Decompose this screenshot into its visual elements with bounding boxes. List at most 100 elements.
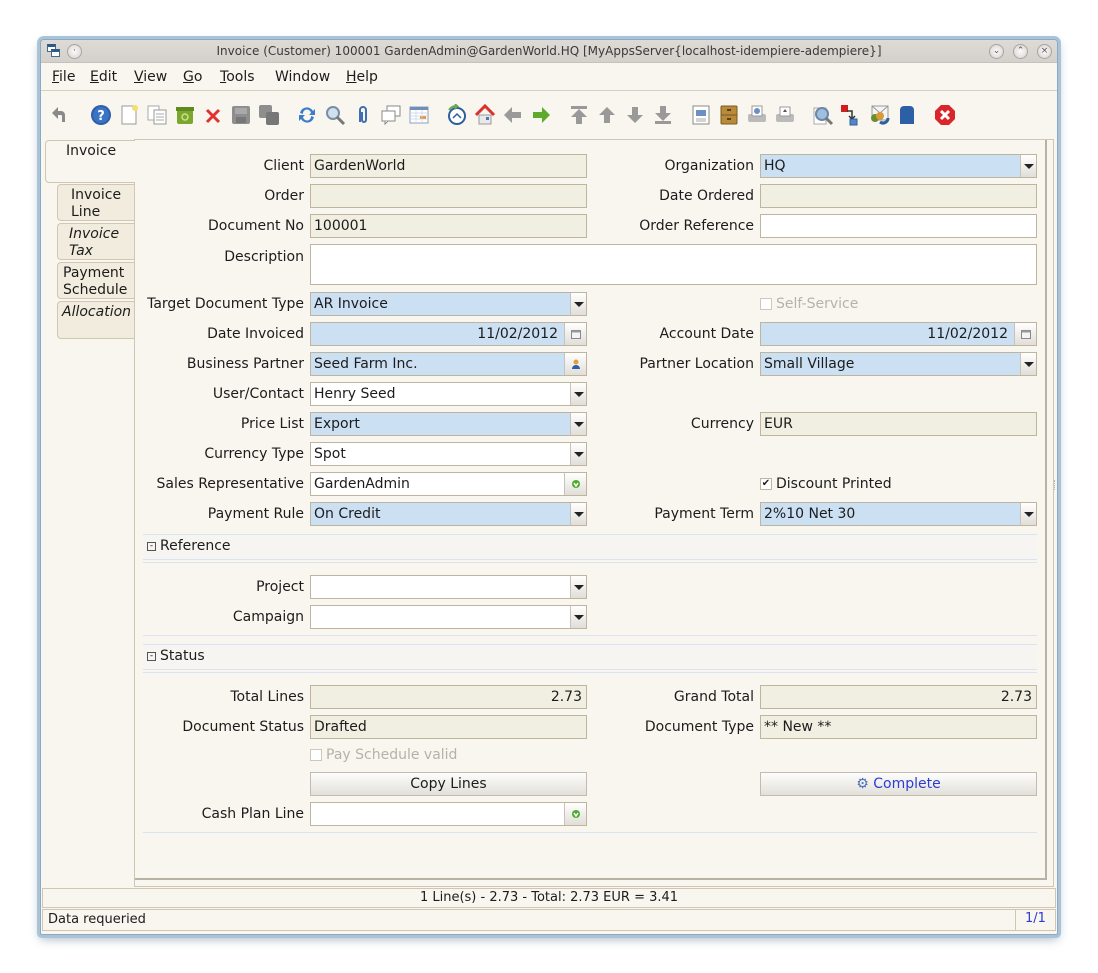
attachment-icon[interactable] bbox=[352, 104, 374, 126]
tab-invoice-tax[interactable]: Invoice Tax bbox=[57, 223, 135, 260]
chat-icon[interactable] bbox=[380, 104, 402, 126]
document-no-label: Document No bbox=[207, 218, 304, 234]
resize-grip[interactable] bbox=[1054, 480, 1056, 490]
chevron-down-icon[interactable] bbox=[1020, 503, 1036, 525]
minimize-icon[interactable]: ⌄ bbox=[989, 44, 1004, 59]
copy-lines-button[interactable]: Copy Lines bbox=[310, 772, 587, 796]
new-record-icon[interactable] bbox=[118, 104, 140, 126]
previous-record-icon[interactable] bbox=[596, 104, 618, 126]
request-icon[interactable] bbox=[868, 104, 890, 126]
business-partner-icon[interactable] bbox=[564, 353, 586, 375]
status-bar: Data requeried 1/1 bbox=[42, 909, 1056, 931]
chevron-down-icon[interactable] bbox=[570, 576, 586, 598]
maximize-icon[interactable]: ⌃ bbox=[1013, 44, 1028, 59]
close-icon[interactable]: × bbox=[1037, 44, 1052, 59]
status-section-header[interactable]: - Status bbox=[143, 644, 1037, 670]
find-icon[interactable] bbox=[324, 104, 346, 126]
home-icon[interactable] bbox=[474, 104, 496, 126]
partner-location-select[interactable]: Small Village bbox=[760, 352, 1037, 376]
print-icon[interactable] bbox=[774, 104, 796, 126]
calendar-icon[interactable] bbox=[1014, 323, 1036, 345]
menu-window[interactable]: Window bbox=[275, 69, 330, 85]
date-invoiced-label: Date Invoiced bbox=[207, 326, 304, 342]
next-record-icon[interactable] bbox=[624, 104, 646, 126]
organization-label: Organization bbox=[664, 158, 754, 174]
print-preview-icon[interactable] bbox=[746, 104, 768, 126]
collapse-icon[interactable]: - bbox=[147, 651, 156, 661]
tab-invoice-line[interactable]: Invoice Line bbox=[57, 184, 135, 221]
last-record-icon[interactable] bbox=[652, 104, 674, 126]
date-invoiced-input[interactable]: 11/02/2012 bbox=[310, 322, 587, 346]
chevron-down-icon[interactable] bbox=[570, 503, 586, 525]
menu-tools[interactable]: Tools bbox=[220, 69, 255, 85]
tab-payment-schedule[interactable]: Payment Schedule bbox=[57, 262, 135, 299]
chevron-down-icon[interactable] bbox=[570, 383, 586, 405]
parent-record-icon[interactable] bbox=[502, 104, 524, 126]
payment-term-select[interactable]: 2%10 Net 30 bbox=[760, 502, 1037, 526]
undo-icon[interactable] bbox=[51, 104, 73, 126]
history-icon[interactable] bbox=[446, 104, 468, 126]
copy-record-icon[interactable] bbox=[146, 104, 168, 126]
exit-icon[interactable] bbox=[934, 104, 956, 126]
discount-printed-checkbox[interactable]: ✔ Discount Printed bbox=[760, 476, 892, 492]
report-icon[interactable] bbox=[690, 104, 712, 126]
self-service-checkbox[interactable]: Self-Service bbox=[760, 296, 858, 312]
tab-allocation[interactable]: Allocation bbox=[57, 301, 135, 339]
currency-type-label: Currency Type bbox=[204, 446, 304, 462]
lookup-arrow-icon[interactable] bbox=[564, 803, 586, 825]
order-reference-input[interactable] bbox=[760, 214, 1037, 238]
chevron-down-icon[interactable] bbox=[1020, 353, 1036, 375]
pay-schedule-valid-checkbox[interactable]: Pay Schedule valid bbox=[310, 747, 457, 763]
collapse-icon[interactable]: - bbox=[147, 541, 156, 551]
complete-button[interactable]: ⚙ Complete bbox=[760, 772, 1037, 796]
record-navigation-indicator[interactable]: 1/1 bbox=[1015, 910, 1055, 930]
detail-record-icon[interactable] bbox=[530, 104, 552, 126]
campaign-select[interactable] bbox=[310, 605, 587, 629]
save-and-create-icon[interactable] bbox=[258, 104, 280, 126]
payment-rule-label: Payment Rule bbox=[207, 506, 304, 522]
summary-bar: 1 Line(s) - 2.73 - Total: 2.73 EUR = 3.4… bbox=[42, 888, 1056, 908]
tab-invoice[interactable]: Invoice bbox=[45, 140, 135, 183]
active-workflows-icon[interactable] bbox=[840, 104, 862, 126]
price-list-select[interactable]: Export bbox=[310, 412, 587, 436]
user-contact-select[interactable]: Henry Seed bbox=[310, 382, 587, 406]
chevron-down-icon[interactable] bbox=[570, 293, 586, 315]
chevron-down-icon[interactable] bbox=[570, 413, 586, 435]
title-bar[interactable]: · Invoice (Customer) 100001 GardenAdmin@… bbox=[41, 40, 1057, 63]
payment-rule-select[interactable]: On Credit bbox=[310, 502, 587, 526]
zoom-across-icon[interactable] bbox=[812, 104, 834, 126]
calendar-icon[interactable] bbox=[564, 323, 586, 345]
first-record-icon[interactable] bbox=[568, 104, 590, 126]
grid-toggle-icon[interactable] bbox=[408, 104, 430, 126]
menu-help[interactable]: Help bbox=[346, 69, 378, 85]
client-label: Client bbox=[263, 158, 304, 174]
reference-section-header[interactable]: - Reference bbox=[143, 534, 1037, 560]
target-document-type-select[interactable]: AR Invoice bbox=[310, 292, 587, 316]
document-status-label: Document Status bbox=[182, 719, 304, 735]
lookup-arrow-icon[interactable] bbox=[564, 473, 586, 495]
menu-file[interactable]: File bbox=[52, 69, 75, 85]
refresh-icon[interactable] bbox=[296, 104, 318, 126]
organization-select[interactable]: HQ bbox=[760, 154, 1037, 178]
cash-plan-line-search[interactable] bbox=[310, 802, 587, 826]
grand-total-field: 2.73 bbox=[760, 685, 1037, 709]
sales-rep-search[interactable]: GardenAdmin bbox=[310, 472, 587, 496]
delete-selection-icon[interactable] bbox=[174, 104, 196, 126]
help-icon[interactable]: ? bbox=[90, 104, 112, 126]
chevron-down-icon[interactable] bbox=[570, 606, 586, 628]
save-icon[interactable] bbox=[230, 104, 252, 126]
menu-edit[interactable]: Edit bbox=[90, 69, 117, 85]
delete-record-icon[interactable] bbox=[202, 104, 224, 126]
chevron-down-icon[interactable] bbox=[570, 443, 586, 465]
description-textarea[interactable] bbox=[310, 244, 1037, 285]
window-title: Invoice (Customer) 100001 GardenAdmin@Ga… bbox=[216, 44, 882, 58]
archive-icon[interactable] bbox=[718, 104, 740, 126]
account-date-input[interactable]: 11/02/2012 bbox=[760, 322, 1037, 346]
menu-view[interactable]: View bbox=[134, 69, 167, 85]
menu-go[interactable]: Go bbox=[183, 69, 202, 85]
chevron-down-icon[interactable] bbox=[1020, 155, 1036, 177]
currency-type-select[interactable]: Spot bbox=[310, 442, 587, 466]
project-select[interactable] bbox=[310, 575, 587, 599]
product-info-icon[interactable] bbox=[896, 104, 918, 126]
business-partner-search[interactable]: Seed Farm Inc. bbox=[310, 352, 587, 376]
